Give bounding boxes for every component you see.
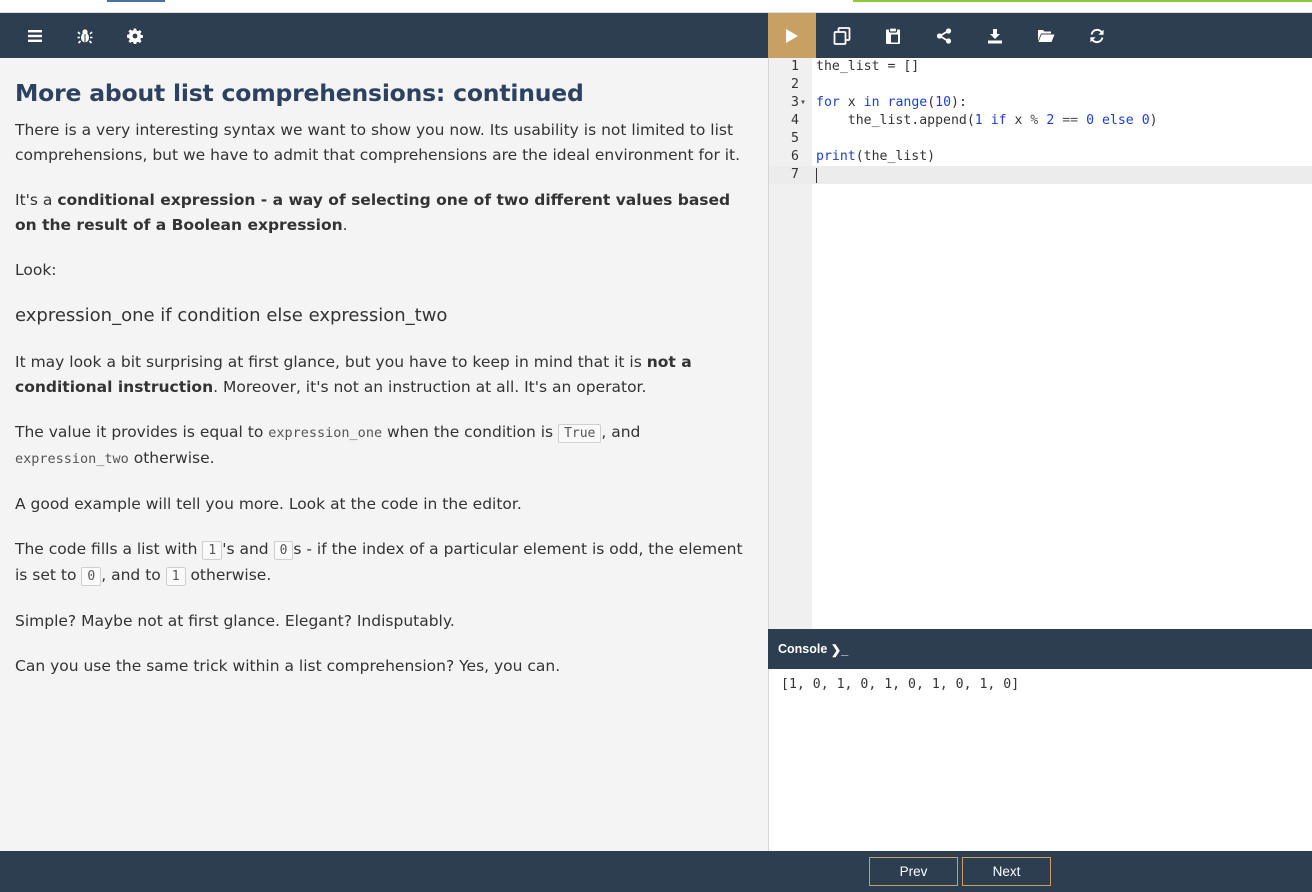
line-number: 5 (791, 131, 799, 146)
inline-code: 1 (165, 567, 186, 586)
run-button[interactable] (768, 13, 816, 58)
progress-indicator (853, 0, 1312, 2)
reset-button[interactable] (1071, 13, 1122, 58)
console-output: [1, 0, 1, 0, 1, 0, 1, 0, 1, 0] (769, 669, 1312, 851)
lesson-paragraph: A good example will tell you more. Look … (15, 495, 522, 513)
line-number: 4 (791, 113, 799, 128)
console-output-text: [1, 0, 1, 0, 1, 0, 1, 0, 1, 0] (781, 677, 1020, 692)
console-label: Console (778, 642, 828, 656)
paste-icon (885, 26, 900, 44)
code-editor[interactable]: 1 the_list = [] 2 3 ▾ for x in range(10)… (769, 58, 1312, 629)
line-number: 2 (791, 77, 799, 92)
menu-icon (28, 29, 42, 42)
code-line[interactable]: 6 print(the_list) (769, 148, 1312, 166)
lesson-content: More about list comprehensions: continue… (0, 58, 768, 851)
code-text: the_list = [] (816, 59, 920, 74)
lesson-paragraph: There is a very interesting syntax we wa… (15, 121, 741, 164)
line-number: 1 (791, 59, 799, 74)
lesson-paragraph: Can you use the same trick within a list… (15, 657, 561, 675)
play-icon (786, 28, 798, 43)
gear-icon (127, 28, 143, 44)
folder-open-icon (1037, 30, 1054, 42)
next-button[interactable]: Next (962, 857, 1051, 886)
top-strip (0, 0, 1312, 13)
line-number: 3 (791, 95, 799, 110)
download-icon (987, 28, 1002, 43)
code-line[interactable]: 3 ▾ for x in range(10): (769, 94, 1312, 112)
refresh-icon (1089, 28, 1104, 43)
fold-arrow-icon[interactable]: ▾ (800, 94, 810, 112)
active-code-line[interactable]: 7 (769, 166, 1312, 184)
code-line[interactable]: 1 the_list = [] (769, 58, 1312, 76)
text-cursor (816, 168, 817, 183)
bug-icon (77, 28, 93, 44)
debug-button[interactable] (60, 13, 110, 58)
inline-code: 0 (273, 541, 294, 560)
share-button[interactable] (918, 13, 969, 58)
inline-code: 1 (202, 541, 223, 560)
line-number: 7 (791, 167, 799, 182)
code-text: the_list.append(1 if x % 2 == 0 else 0) (816, 113, 1158, 128)
lesson-title: More about list comprehensions: continue… (15, 79, 584, 107)
code-line[interactable]: 5 (769, 130, 1312, 148)
active-tab-indicator (107, 0, 165, 2)
lesson-paragraph: The value it provides is equal to expres… (15, 423, 641, 467)
download-button[interactable] (969, 13, 1020, 58)
navigation-bar: Prev Next (0, 851, 1312, 892)
copy-icon (833, 26, 850, 45)
open-button[interactable] (1020, 13, 1071, 58)
inline-code: expression_two (15, 451, 129, 467)
paste-button[interactable] (867, 13, 918, 58)
inline-code: True (558, 424, 602, 443)
menu-button[interactable] (10, 13, 60, 58)
lesson-paragraph: It's a conditional expression - a way of… (15, 191, 731, 234)
terminal-prompt-icon: ❯_ (830, 642, 849, 657)
console-header: Console ❯_ (768, 629, 1312, 669)
code-line[interactable]: 2 (769, 76, 1312, 94)
code-text: for x in range(10): (816, 95, 967, 110)
lesson-paragraph: Simple? Maybe not at first glance. Elega… (15, 612, 455, 630)
copy-button[interactable] (816, 13, 867, 58)
lesson-toolbar (0, 13, 768, 58)
share-icon (936, 27, 951, 44)
editor-toolbar (768, 13, 1312, 58)
lesson-paragraph: Look: (15, 261, 57, 279)
settings-button[interactable] (110, 13, 160, 58)
inline-code: 0 (81, 567, 102, 586)
code-line[interactable]: 4 the_list.append(1 if x % 2 == 0 else 0… (769, 112, 1312, 130)
prev-button[interactable]: Prev (869, 857, 958, 886)
line-number: 6 (791, 149, 799, 164)
lesson-paragraph: The code fills a list with 1's and 0s - … (15, 540, 743, 586)
lesson-paragraph: It may look a bit surprising at first gl… (15, 353, 692, 396)
inline-code: expression_one (268, 425, 383, 441)
syntax-example: expression_one if condition else express… (15, 305, 448, 326)
code-text: print(the_list) (816, 149, 936, 164)
